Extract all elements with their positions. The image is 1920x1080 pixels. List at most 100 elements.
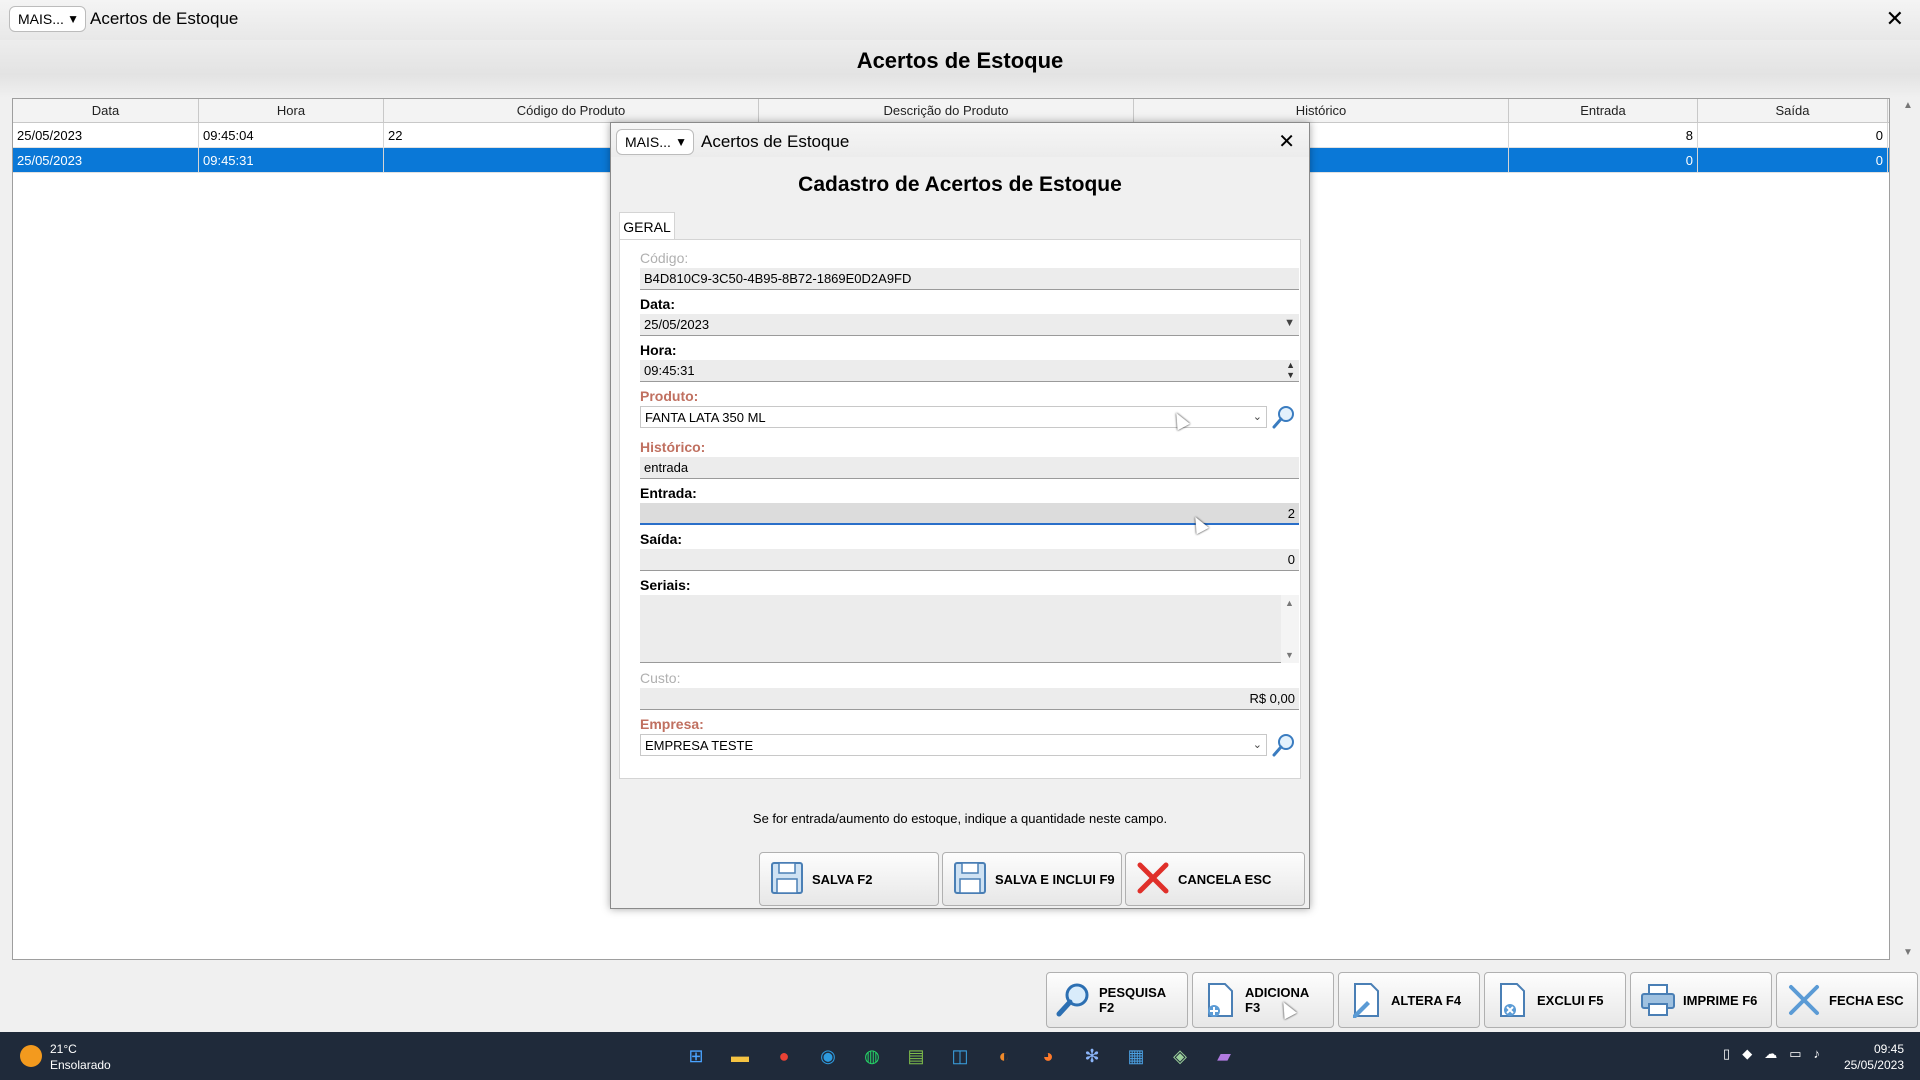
column-header-descricao[interactable]: Descrição do Produto bbox=[759, 99, 1134, 122]
edge-icon[interactable]: ◉ bbox=[812, 1040, 844, 1072]
cell-entrada: 8 bbox=[1509, 123, 1698, 147]
empresa-label: Empresa: bbox=[640, 716, 704, 732]
field-hint: Se for entrada/aumento do estoque, indiq… bbox=[752, 811, 1168, 826]
bottom-toolbar: PESQUISA F2 ADICIONA F3 ALTERA F4 EXCLUI… bbox=[1046, 972, 1918, 1028]
seriais-label: Seriais: bbox=[640, 577, 691, 593]
clock-date[interactable]: 25/05/2023 bbox=[1844, 1058, 1904, 1072]
scroll-up-icon[interactable]: ▲ bbox=[1285, 598, 1294, 608]
app-icon[interactable]: ◐ bbox=[988, 1040, 1020, 1072]
saida-label: Saída: bbox=[640, 531, 683, 547]
adiciona-button[interactable]: ADICIONA F3 bbox=[1192, 972, 1334, 1028]
sun-icon[interactable] bbox=[20, 1045, 42, 1067]
altera-label: ALTERA F4 bbox=[1391, 992, 1462, 1008]
network-icon[interactable]: ▭ bbox=[1789, 1046, 1801, 1062]
grid-scrollbar[interactable]: ▲ ▼ bbox=[1898, 98, 1920, 960]
start-menu-icon[interactable]: ⊞ bbox=[680, 1040, 712, 1072]
weather-condition: Ensolarado bbox=[50, 1058, 111, 1072]
produto-value: FANTA LATA 350 ML bbox=[645, 409, 766, 425]
hora-field[interactable]: 09:45:31 ▲ ▼ bbox=[640, 360, 1299, 382]
delete-document-icon bbox=[1493, 981, 1531, 1019]
column-header-hora[interactable]: Hora bbox=[199, 99, 384, 122]
cell-data: 25/05/2023 bbox=[13, 148, 199, 172]
exclui-button[interactable]: EXCLUI F5 bbox=[1484, 972, 1626, 1028]
saida-field[interactable]: 0 bbox=[640, 549, 1299, 571]
entrada-label: Entrada: bbox=[640, 485, 697, 501]
cell-entrada: 0 bbox=[1509, 148, 1698, 172]
pesquisa-button[interactable]: PESQUISA F2 bbox=[1046, 972, 1188, 1028]
hora-value: 09:45:31 bbox=[644, 363, 695, 378]
salva-e-inclui-button[interactable]: SALVA E INCLUI F9 bbox=[942, 852, 1122, 906]
chevron-down-icon[interactable]: ⌄ bbox=[1253, 738, 1262, 751]
app-icon[interactable]: ▦ bbox=[1120, 1040, 1152, 1072]
cadastro-dialog: MAIS... ▼ Acertos de Estoque ✕ Cadastro … bbox=[610, 122, 1310, 909]
usb-icon[interactable]: ▯ bbox=[1723, 1046, 1730, 1062]
settings-icon[interactable]: ✻ bbox=[1076, 1040, 1108, 1072]
historico-field[interactable]: entrada bbox=[640, 457, 1299, 479]
produto-search-icon[interactable] bbox=[1271, 404, 1297, 430]
codigo-field: B4D810C9-3C50-4B95-8B72-1869E0D2A9FD bbox=[640, 268, 1299, 290]
printer-icon bbox=[1639, 981, 1677, 1019]
close-dialog-button[interactable]: ✕ bbox=[1278, 129, 1295, 154]
empresa-search-icon[interactable] bbox=[1271, 732, 1297, 758]
fecha-button[interactable]: FECHA ESC bbox=[1776, 972, 1918, 1028]
cell-hora: 09:45:04 bbox=[199, 123, 384, 147]
close-window-button[interactable]: ✕ bbox=[1886, 6, 1904, 32]
taskbar-apps: ⊞ ▬ ● ◉ ◍ ▤ ◫ ◐ ◕ ✻ ▦ ◈ ▰ bbox=[680, 1040, 1240, 1072]
empresa-combobox[interactable]: EMPRESA TESTE ⌄ bbox=[640, 734, 1267, 756]
form-panel: Código: B4D810C9-3C50-4B95-8B72-1869E0D2… bbox=[619, 239, 1301, 779]
floppy-disk-icon bbox=[951, 859, 989, 900]
altera-button[interactable]: ALTERA F4 bbox=[1338, 972, 1480, 1028]
mais-label: MAIS... bbox=[625, 134, 671, 150]
column-header-data[interactable]: Data bbox=[13, 99, 199, 122]
shield-icon[interactable]: ◆ bbox=[1742, 1046, 1752, 1062]
salva-label: SALVA F2 bbox=[812, 871, 873, 887]
volume-icon[interactable]: ♪ bbox=[1814, 1046, 1821, 1062]
fecha-label: FECHA ESC bbox=[1829, 992, 1904, 1008]
cancela-button[interactable]: CANCELA ESC bbox=[1125, 852, 1305, 906]
exclui-label: EXCLUI F5 bbox=[1537, 992, 1604, 1008]
chrome-icon[interactable]: ● bbox=[768, 1040, 800, 1072]
seriais-textarea[interactable]: ▲ ▼ bbox=[640, 595, 1299, 663]
data-value: 25/05/2023 bbox=[644, 317, 710, 332]
dropdown-arrow-icon: ▼ bbox=[675, 135, 687, 149]
seriais-scrollbar[interactable]: ▲ ▼ bbox=[1281, 595, 1299, 663]
page-title: Acertos de Estoque bbox=[856, 48, 1064, 73]
pesquisa-label: PESQUISA F2 bbox=[1099, 985, 1166, 1015]
window-title: Acertos de Estoque bbox=[90, 9, 239, 28]
mais-menu-button[interactable]: MAIS... ▼ bbox=[9, 6, 86, 32]
main-titlebar: MAIS... ▼ Acertos de Estoque ✕ bbox=[0, 0, 1920, 40]
scroll-down-icon[interactable]: ▼ bbox=[1903, 947, 1913, 958]
app-icon[interactable]: ▰ bbox=[1208, 1040, 1240, 1072]
dialog-heading: Cadastro de Acertos de Estoque bbox=[798, 173, 1122, 196]
scroll-up-icon[interactable]: ▲ bbox=[1903, 100, 1913, 111]
column-header-saida[interactable]: Saída bbox=[1698, 99, 1888, 122]
column-header-entrada[interactable]: Entrada bbox=[1509, 99, 1698, 122]
column-header-historico[interactable]: Histórico bbox=[1134, 99, 1509, 122]
notepad-icon[interactable]: ▤ bbox=[900, 1040, 932, 1072]
active-app-icon[interactable]: ◈ bbox=[1164, 1040, 1196, 1072]
search-icon bbox=[1055, 981, 1093, 1019]
app-icon[interactable]: ◫ bbox=[944, 1040, 976, 1072]
scroll-down-icon[interactable]: ▼ bbox=[1285, 650, 1294, 660]
data-field[interactable]: 25/05/2023 ▼ bbox=[640, 314, 1299, 336]
temperature: 21°C bbox=[50, 1042, 77, 1056]
dialog-title: Acertos de Estoque bbox=[701, 132, 850, 151]
codigo-label: Código: bbox=[640, 250, 689, 266]
chevron-down-icon[interactable]: ⌄ bbox=[1253, 410, 1262, 423]
dialog-mais-menu-button[interactable]: MAIS... ▼ bbox=[616, 129, 694, 155]
salva-e-inclui-label: SALVA E INCLUI F9 bbox=[995, 871, 1115, 887]
clock-time[interactable]: 09:45 bbox=[1874, 1042, 1904, 1056]
cloud-icon[interactable]: ☁ bbox=[1764, 1046, 1777, 1062]
column-header-codigo[interactable]: Código do Produto bbox=[384, 99, 759, 122]
historico-label: Histórico: bbox=[640, 439, 706, 455]
salva-button[interactable]: SALVA F2 bbox=[759, 852, 939, 906]
file-explorer-icon[interactable]: ▬ bbox=[724, 1040, 756, 1072]
time-spinner-icon[interactable]: ▲ ▼ bbox=[1286, 360, 1295, 380]
whatsapp-icon[interactable]: ◍ bbox=[856, 1040, 888, 1072]
empresa-value: EMPRESA TESTE bbox=[645, 737, 754, 753]
tab-geral[interactable]: GERAL bbox=[619, 212, 675, 240]
imprime-button[interactable]: IMPRIME F6 bbox=[1630, 972, 1772, 1028]
cell-data: 25/05/2023 bbox=[13, 123, 199, 147]
firefox-icon[interactable]: ◕ bbox=[1032, 1040, 1064, 1072]
chevron-down-icon[interactable]: ▼ bbox=[1284, 317, 1295, 329]
